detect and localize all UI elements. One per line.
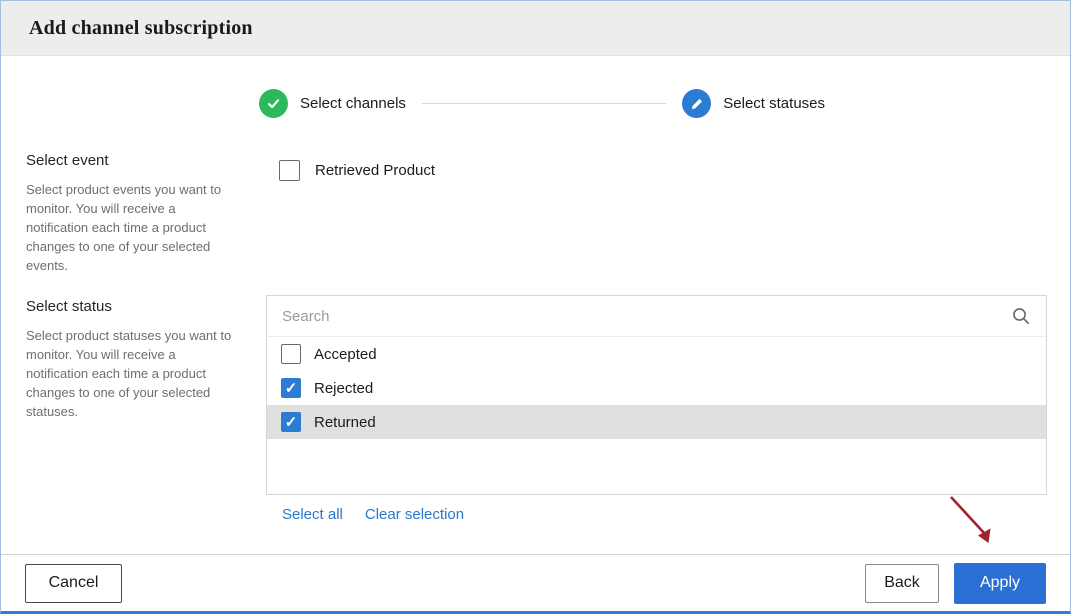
pencil-icon	[682, 89, 711, 118]
event-option-label: Retrieved Product	[315, 162, 435, 179]
status-option-label: Accepted	[314, 346, 377, 363]
selection-links: Select all Clear selection	[282, 506, 464, 523]
step-select-channels[interactable]: Select channels	[259, 89, 406, 118]
back-button[interactable]: Back	[865, 564, 939, 603]
stepper-connector	[422, 103, 666, 104]
apply-button[interactable]: Apply	[954, 563, 1046, 604]
step-select-statuses[interactable]: Select statuses	[682, 89, 825, 118]
status-list-panel: Accepted Rejected Returned	[266, 295, 1047, 495]
status-option-accepted[interactable]: Accepted	[267, 337, 1046, 371]
select-status-description: Select product statuses you want to moni…	[26, 326, 240, 422]
wizard-stepper: Select channels Select statuses	[259, 89, 825, 118]
cancel-button[interactable]: Cancel	[25, 564, 122, 603]
select-all-link[interactable]: Select all	[282, 506, 343, 523]
checkbox-unchecked[interactable]	[281, 344, 301, 364]
dialog-title: Add channel subscription	[29, 17, 253, 40]
status-option-label: Returned	[314, 414, 376, 431]
select-event-heading: Select event	[26, 152, 240, 169]
checkbox-checked[interactable]	[281, 378, 301, 398]
check-icon	[259, 89, 288, 118]
annotation-arrow	[939, 492, 1003, 552]
select-status-sidebar: Select status Select product statuses yo…	[26, 298, 240, 422]
step-label: Select channels	[300, 95, 406, 112]
select-status-heading: Select status	[26, 298, 240, 315]
checkbox-unchecked[interactable]	[279, 160, 300, 181]
status-option-rejected[interactable]: Rejected	[267, 371, 1046, 405]
dialog-footer: Cancel Back Apply	[1, 554, 1070, 611]
step-label: Select statuses	[723, 95, 825, 112]
checkbox-checked[interactable]	[281, 412, 301, 432]
search-icon[interactable]	[1011, 306, 1031, 326]
dialog-header: Add channel subscription	[1, 1, 1070, 56]
status-options-list: Accepted Rejected Returned	[267, 337, 1046, 439]
add-channel-subscription-dialog: Add channel subscription Select channels…	[0, 0, 1071, 614]
status-search-row	[267, 296, 1046, 337]
select-event-sidebar: Select event Select product events you w…	[26, 152, 240, 276]
event-option-retrieved-product[interactable]: Retrieved Product	[279, 160, 435, 181]
status-option-returned[interactable]: Returned	[267, 405, 1046, 439]
status-option-label: Rejected	[314, 380, 373, 397]
clear-selection-link[interactable]: Clear selection	[365, 506, 464, 523]
select-event-description: Select product events you want to monito…	[26, 180, 240, 276]
search-input[interactable]	[282, 308, 1011, 325]
